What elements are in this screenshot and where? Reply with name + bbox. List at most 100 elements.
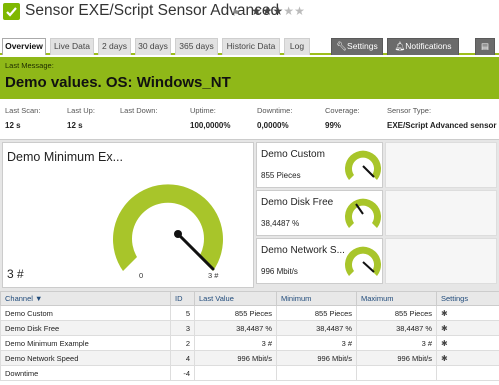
small-gauge-demo-custom[interactable]: Demo Custom 855 Pieces [256, 142, 383, 188]
channel-cell: Downtime [0, 365, 171, 381]
gear-icon[interactable]: ✱ [441, 354, 448, 363]
stat-label: Sensor Type: [387, 106, 432, 115]
last-value-cell: 38,4487 % [194, 320, 277, 336]
comments-button[interactable]: ▤ [475, 38, 495, 55]
tab-settings[interactable]: 🔧︎Settings [331, 38, 383, 55]
last-value-cell: 996 Mbit/s [194, 350, 277, 366]
minimum-cell: 855 Pieces [276, 305, 357, 321]
stat-downtime: Downtime: 0,0000% [257, 106, 292, 130]
big-gauge-max: 3 # [208, 271, 219, 280]
id-cell: -4 [170, 365, 195, 381]
settings-cell: ✱ [436, 305, 499, 321]
table-row[interactable]: Demo Network Speed 4 996 Mbit/s 996 Mbit/s 9… [0, 350, 499, 366]
empty-slot [385, 190, 497, 236]
small-gauge-demo-disk-free[interactable]: Demo Disk Free 38,4487 % [256, 190, 383, 236]
small-gauge [345, 198, 381, 228]
stat-label: Coverage: [325, 106, 360, 115]
stat-uptime: Uptime: 100,0000% [190, 106, 230, 130]
wrench-icon: 🔧︎ [336, 41, 348, 51]
settings-cell: ✱ [436, 320, 499, 336]
priority-stars[interactable]: ★★★★★ [251, 4, 305, 18]
maximum-cell: 996 Mbit/s [356, 350, 437, 366]
col-settings: Settings [436, 291, 499, 306]
table-row[interactable]: Demo Minimum Example 2 3 #3 #3 # ✱ [0, 335, 499, 351]
last-value-cell [194, 365, 277, 381]
big-gauge-value: 3 # [7, 267, 24, 281]
table-row[interactable]: Downtime -4 [0, 365, 499, 381]
tab-365-days[interactable]: 365 days [175, 38, 218, 55]
small-gauge-value: 855 Pieces [261, 171, 301, 180]
col-last-value[interactable]: Last Value [194, 291, 277, 306]
small-gauge-demo-network-speed[interactable]: Demo Network S... 996 Mbit/s [256, 238, 383, 284]
channel-cell: Demo Minimum Example [0, 335, 171, 351]
small-gauge-name: Demo Network S... [261, 245, 345, 256]
stat-last-scan: Last Scan: 12 s [5, 106, 40, 130]
star-icon[interactable]: ★ [273, 4, 284, 18]
stat-value: 99% [325, 121, 342, 130]
settings-cell: ✱ [436, 335, 499, 351]
stat-coverage: Coverage: 99% [325, 106, 360, 130]
page-title: Sensor EXE/Script Sensor Advanced [25, 2, 280, 19]
channel-cell: Demo Custom [0, 305, 171, 321]
tab-live-data[interactable]: Live Data [50, 38, 94, 55]
gear-icon[interactable]: ✱ [441, 324, 448, 333]
col-id[interactable]: ID [170, 291, 195, 306]
comment-icon: ▤ [480, 41, 490, 51]
table-header-row: Channel ▼ ID Last Value Minimum Maximum … [0, 291, 499, 306]
id-cell: 5 [170, 305, 195, 321]
stat-value: EXE/Script Advanced sensor [387, 121, 497, 130]
col-channel[interactable]: Channel ▼ [0, 291, 171, 306]
flag-icon[interactable]: ⚑ [232, 8, 240, 19]
col-minimum[interactable]: Minimum [276, 291, 357, 306]
last-value-cell: 855 Pieces [194, 305, 277, 321]
tab-log[interactable]: Log [284, 38, 310, 55]
tab-historic-data[interactable]: Historic Data [222, 38, 280, 55]
stat-last-up: Last Up: 12 s [67, 106, 95, 130]
star-icon[interactable]: ★ [283, 4, 294, 18]
gear-icon[interactable]: ✱ [441, 339, 448, 348]
stat-last-down: Last Down: [120, 106, 158, 121]
sensor-page: Sensor EXE/Script Sensor Advanced ⚑ ★★★★… [0, 0, 499, 385]
last-message-text: Demo values. OS: Windows_NT [5, 74, 231, 91]
tab-2-days[interactable]: 2 days [98, 38, 131, 55]
star-icon[interactable]: ★ [294, 4, 305, 18]
tab-30-days[interactable]: 30 days [135, 38, 171, 55]
small-gauge-name: Demo Disk Free [261, 197, 334, 208]
stat-value: 12 s [67, 121, 83, 130]
tab-notifications[interactable]: 🔔︎Notifications [387, 38, 459, 55]
star-icon[interactable]: ★ [251, 4, 262, 18]
bell-icon: 🔔︎ [394, 41, 406, 51]
col-maximum[interactable]: Maximum [356, 291, 437, 306]
minimum-cell: 38,4487 % [276, 320, 357, 336]
minimum-cell: 996 Mbit/s [276, 350, 357, 366]
star-icon[interactable]: ★ [262, 4, 273, 18]
stat-value: 0,0000% [257, 121, 289, 130]
id-cell: 2 [170, 335, 195, 351]
settings-cell [436, 365, 499, 381]
tab-overview[interactable]: Overview [2, 38, 46, 55]
gear-icon[interactable]: ✱ [441, 309, 448, 318]
table-row[interactable]: Demo Custom 5 855 Pieces 855 Pieces 855 Piec… [0, 305, 499, 321]
big-gauge-arc [113, 184, 223, 271]
last-message-banner: Last Message: Demo values. OS: Windows_N… [0, 57, 499, 99]
small-gauge [345, 246, 381, 276]
id-cell: 3 [170, 320, 195, 336]
last-message-label: Last Message: [5, 61, 54, 70]
small-gauge-name: Demo Custom [261, 149, 325, 160]
empty-slot [385, 142, 497, 188]
maximum-cell: 38,4487 % [356, 320, 437, 336]
big-gauge-panel[interactable]: Demo Minimum Ex... 3 # 0 3 # [2, 142, 254, 288]
big-gauge-min: 0 [139, 271, 144, 280]
stat-sensor-type: Sensor Type: EXE/Script Advanced sensor [387, 106, 497, 130]
tab-bar: Overview Live Data 2 days 30 days 365 da… [0, 38, 499, 55]
stats-bar: Last Scan: 12 s Last Up: 12 s Last Down: U… [0, 99, 499, 140]
empty-slot [385, 238, 497, 284]
last-value-cell: 3 # [194, 335, 277, 351]
stat-label: Last Up: [67, 106, 95, 115]
channel-cell: Demo Network Speed [0, 350, 171, 366]
table-row[interactable]: Demo Disk Free 3 38,4487 % 38,4487 % 38,4487… [0, 320, 499, 336]
channels-table: Channel ▼ ID Last Value Minimum Maximum … [0, 291, 499, 381]
channel-cell: Demo Disk Free [0, 320, 171, 336]
small-gauge-value: 38,4487 % [261, 219, 300, 228]
stat-label: Last Scan: [5, 106, 41, 115]
